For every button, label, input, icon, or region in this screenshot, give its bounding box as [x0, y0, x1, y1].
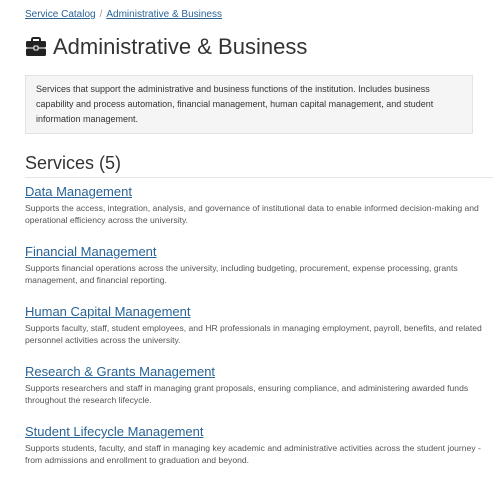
page-title: Administrative & Business: [53, 34, 308, 59]
services-heading: Services (5): [25, 152, 493, 178]
service-link-financial-management[interactable]: Financial Management: [25, 243, 157, 260]
title-row: Administrative & Business: [25, 33, 494, 61]
breadcrumb: Service Catalog / Administrative & Busines…: [25, 8, 494, 22]
breadcrumb-separator: /: [99, 9, 103, 20]
breadcrumb-service-catalog[interactable]: Service Catalog: [25, 9, 96, 20]
briefcase-icon: [25, 37, 47, 57]
service-description: Supports faculty, staff, student employe…: [25, 323, 482, 345]
service-link-human-capital-management[interactable]: Human Capital Management: [25, 303, 190, 320]
service-description: Supports researchers and staff in managi…: [25, 383, 469, 405]
service-link-student-lifecycle-management[interactable]: Student Lifecycle Management: [25, 423, 204, 440]
service-link-data-management[interactable]: Data Management: [25, 183, 132, 200]
service-description: Supports financial operations across the…: [25, 263, 458, 285]
service-description: Supports the access, integration, analys…: [25, 203, 479, 225]
page: Service Catalog / Administrative & Busines…: [0, 0, 504, 477]
service-item-data-management: Data Management Supports the access, int…: [25, 183, 494, 237]
service-list: Data Management Supports the access, int…: [25, 183, 494, 477]
service-description: Supports students, faculty, and staff in…: [25, 443, 481, 465]
service-item-financial-management: Financial Management Supports financial …: [25, 243, 494, 297]
category-description: Services that support the administrative…: [25, 75, 473, 134]
service-item-human-capital-management: Human Capital Management Supports facult…: [25, 303, 494, 357]
service-item-student-lifecycle-management: Student Lifecycle Management Supports st…: [25, 423, 494, 477]
service-link-research-grants-management[interactable]: Research & Grants Management: [25, 363, 215, 380]
breadcrumb-administrative-business[interactable]: Administrative & Business: [106, 9, 222, 20]
service-item-research-grants-management: Research & Grants Management Supports re…: [25, 363, 494, 417]
